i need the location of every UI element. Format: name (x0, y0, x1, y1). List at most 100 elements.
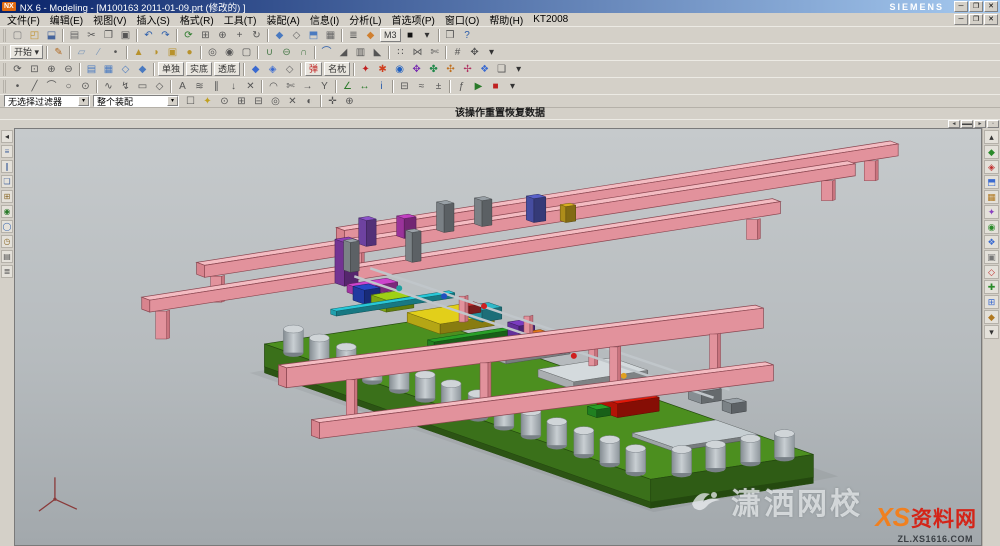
swatch-dropdown-icon[interactable]: ▾ (419, 28, 436, 43)
slider-tool-icon[interactable]: ✥ (408, 62, 425, 77)
ellipse-tool-icon[interactable]: ⊙ (77, 79, 94, 94)
scroll-left-button[interactable]: ◄ (948, 120, 960, 128)
doc-close-button[interactable]: ✕ (984, 14, 998, 25)
maximize-button[interactable]: ❐ (969, 1, 983, 12)
info-icon[interactable]: i (373, 79, 390, 94)
constraint-icon[interactable]: # (449, 45, 466, 60)
wireframe-style-icon[interactable]: ◇ (281, 62, 298, 77)
plus-tool-icon[interactable]: ✚ (984, 280, 999, 294)
deviation-icon[interactable]: ± (430, 79, 447, 94)
system-materials-icon[interactable]: ▤ (1, 250, 13, 263)
gem-tool-icon[interactable]: ❖ (984, 235, 999, 249)
collapse-resource-icon[interactable]: ◂ (1, 130, 13, 143)
curve-dropdown-icon[interactable]: ▾ (504, 79, 521, 94)
menu-item[interactable]: 视图(V) (88, 12, 131, 27)
menu-item[interactable]: 分析(L) (344, 12, 386, 27)
refresh-icon[interactable]: ⟳ (180, 28, 197, 43)
layer-settings-icon[interactable]: ≣ (345, 28, 362, 43)
part-navigator-icon[interactable]: ❏ (1, 175, 13, 188)
star-tool-icon[interactable]: ✦ (984, 205, 999, 219)
menu-item[interactable]: 编辑(E) (45, 12, 88, 27)
new-file-icon[interactable]: ▢ (9, 28, 26, 43)
expression-icon[interactable]: ƒ (453, 79, 470, 94)
trim-curve-icon[interactable]: ✄ (282, 79, 299, 94)
menu-item[interactable]: 工具(T) (219, 12, 262, 27)
more-tools-dropdown-icon[interactable]: ▾ (483, 45, 500, 60)
menu-item[interactable]: KT2008 (528, 14, 573, 25)
menu-item[interactable]: 首选项(P) (387, 12, 440, 27)
subtract-icon[interactable]: ⊖ (278, 45, 295, 60)
zoom-in-icon[interactable]: ⊕ (43, 62, 60, 77)
menu-item[interactable]: 插入(S) (131, 12, 174, 27)
fillet-curve-icon[interactable]: ◠ (265, 79, 282, 94)
point-tool-icon[interactable]: • (9, 79, 26, 94)
scroll-up-icon[interactable]: ▴ (984, 130, 999, 144)
menu-item[interactable]: 信息(I) (305, 12, 344, 27)
cut-icon[interactable]: ✂ (83, 28, 100, 43)
menu-item[interactable]: 装配(A) (261, 12, 304, 27)
analysis-diamond-icon[interactable]: ◈ (984, 160, 999, 174)
doc-restore-button[interactable]: ❐ (969, 14, 983, 25)
copy-icon[interactable]: ❐ (100, 28, 117, 43)
sketch-icon[interactable]: ✎ (50, 45, 67, 60)
curvature-analysis-icon[interactable]: ≈ (413, 79, 430, 94)
runner-tool-icon[interactable]: ❖ (476, 62, 493, 77)
start-menu-button[interactable]: 开始 ▾ (10, 45, 43, 59)
isometric-view-icon[interactable]: ◇ (117, 62, 134, 77)
top-view-icon[interactable]: ▦ (100, 62, 117, 77)
roles-icon[interactable]: ≣ (1, 265, 13, 278)
black-swatch-icon[interactable]: ■ (402, 28, 419, 43)
snapshot-icon[interactable]: ▦ (322, 28, 339, 43)
circle-tool-icon[interactable]: ○ (60, 79, 77, 94)
menu-item[interactable]: 帮助(H) (484, 12, 528, 27)
help-icon[interactable]: ? (459, 28, 476, 43)
display-transparent-button[interactable]: 透底 (214, 62, 240, 76)
graphics-window[interactable]: 潇洒网校 XS 资料网 ZL.XS1616.COM (14, 128, 982, 546)
display-single-button[interactable]: 单独 (158, 62, 184, 76)
plane-tool-icon[interactable]: ⬒ (984, 175, 999, 189)
front-view-icon[interactable]: ▤ (83, 62, 100, 77)
shaded-view-icon[interactable]: ◆ (271, 28, 288, 43)
spring-tool-button[interactable]: 弹 (305, 62, 322, 76)
unite-icon[interactable]: ∪ (261, 45, 278, 60)
grid-tool-icon[interactable]: ▦ (984, 190, 999, 204)
pan-icon[interactable]: + (231, 28, 248, 43)
arc-tool-icon[interactable]: ⌒ (43, 79, 60, 94)
divide-curve-icon[interactable]: Y (316, 79, 333, 94)
mirror-icon[interactable]: ⋈ (409, 45, 426, 60)
scroll-down-icon[interactable]: ▾ (984, 325, 999, 339)
paste-icon[interactable]: ▣ (117, 28, 134, 43)
fit-view-icon[interactable]: ⊞ (197, 28, 214, 43)
move-component-icon[interactable]: ✥ (466, 45, 483, 60)
section-view-icon[interactable]: ⊟ (396, 79, 413, 94)
shaded-cube-icon[interactable]: ◆ (984, 145, 999, 159)
boss-icon[interactable]: ◉ (221, 45, 238, 60)
pocket-icon[interactable]: ▢ (238, 45, 255, 60)
offset-curve-icon[interactable]: ∥ (208, 79, 225, 94)
display-solid-button[interactable]: 实底 (186, 62, 212, 76)
trimetric-view-icon[interactable]: ◆ (134, 62, 151, 77)
project-curve-icon[interactable]: ↓ (225, 79, 242, 94)
ejector-tool-icon[interactable]: ✱ (374, 62, 391, 77)
combo-arrow-icon[interactable]: ▾ (78, 96, 89, 106)
window-icon[interactable]: ❒ (442, 28, 459, 43)
line-tool-icon[interactable]: ╱ (26, 79, 43, 94)
h-scrollbar-thumb[interactable]: ▬▬ (961, 120, 973, 128)
trim-icon[interactable]: ✄ (426, 45, 443, 60)
print-icon[interactable]: ▤ (66, 28, 83, 43)
insert-tool-icon[interactable]: ✣ (442, 62, 459, 77)
stop-macro-icon[interactable]: ■ (487, 79, 504, 94)
scroll-right-button[interactable]: ► (974, 120, 986, 128)
intersect-icon[interactable]: ∩ (295, 45, 312, 60)
web-browser-icon[interactable]: ◯ (1, 220, 13, 233)
datum-axis-icon[interactable]: ∕ (90, 45, 107, 60)
panel-tool-icon[interactable]: ▣ (984, 250, 999, 264)
open-file-icon[interactable]: ◰ (26, 28, 43, 43)
reuse-library-icon[interactable]: ⊞ (1, 190, 13, 203)
window-grid-icon[interactable]: ⊞ (984, 295, 999, 309)
rectangle-tool-icon[interactable]: ▭ (134, 79, 151, 94)
view-cube-icon[interactable]: ◆ (362, 28, 379, 43)
shell-icon[interactable]: ▥ (352, 45, 369, 60)
draft-icon[interactable]: ◣ (369, 45, 386, 60)
hd3d-tools-icon[interactable]: ◉ (1, 205, 13, 218)
